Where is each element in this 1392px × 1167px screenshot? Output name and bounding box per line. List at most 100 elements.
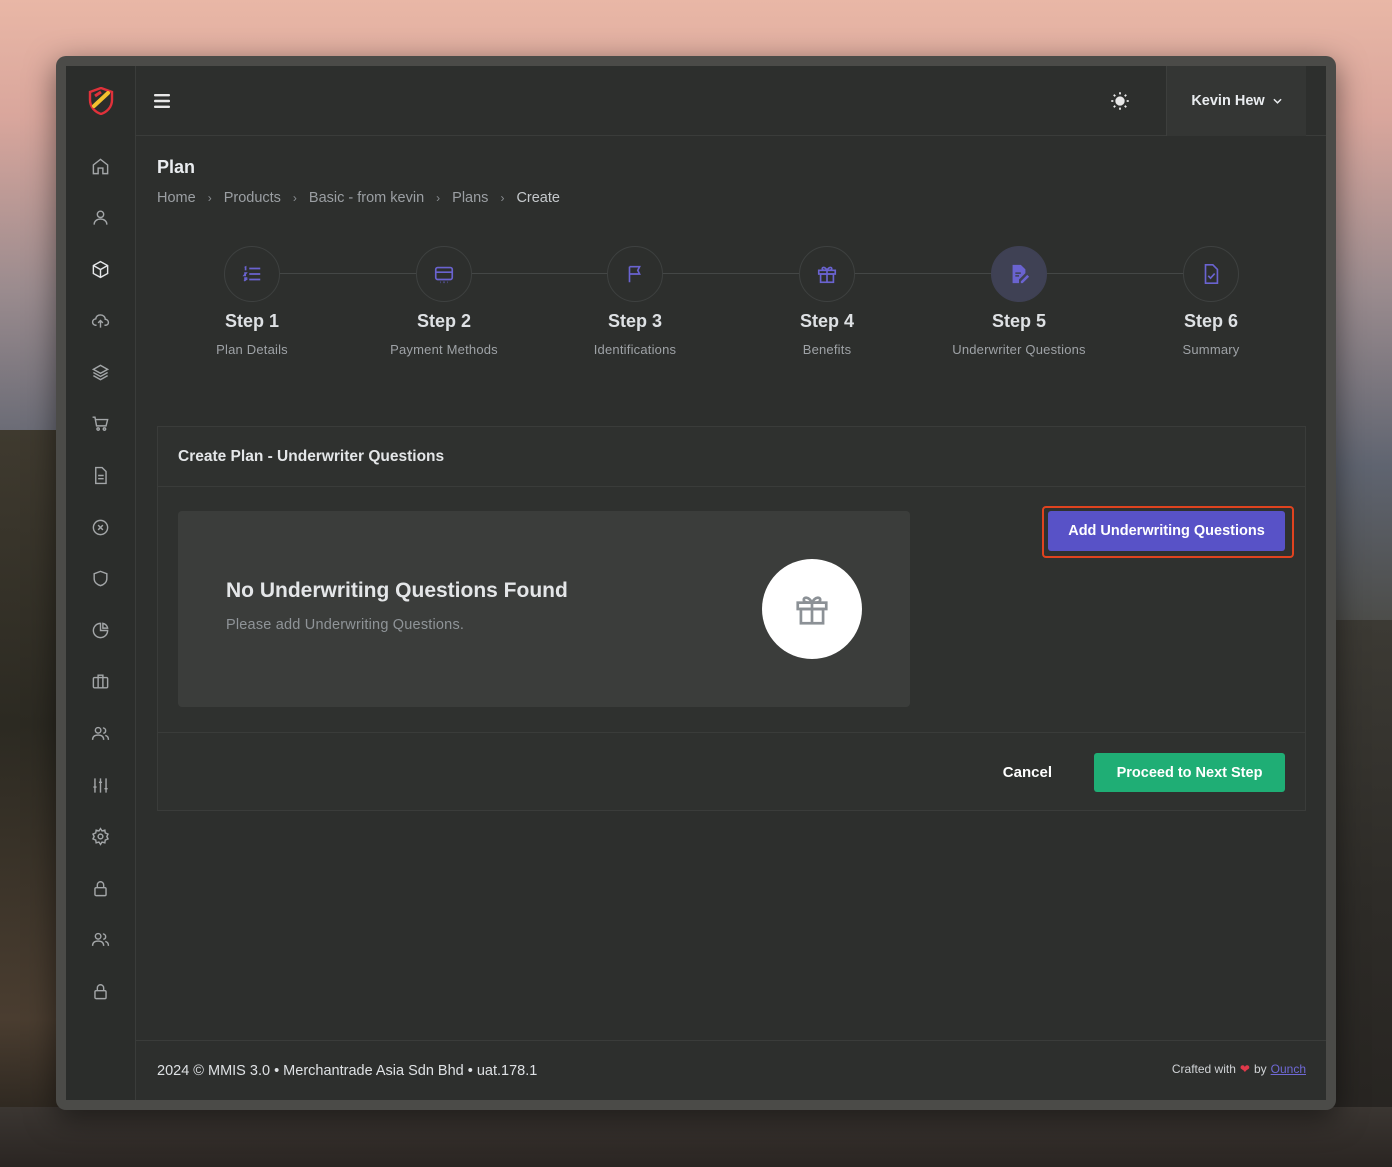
document-check-icon xyxy=(1204,264,1219,284)
add-underwriting-questions-button[interactable]: Add Underwriting Questions xyxy=(1048,511,1285,551)
sidebar-item-adjustments[interactable] xyxy=(81,765,121,805)
sidebar-item-upload[interactable] xyxy=(81,301,121,341)
step-3-label: Identifications xyxy=(593,342,677,357)
app-shell: Kevin Hew Plan Home › Products › Basic -… xyxy=(66,66,1326,1100)
footer-copyright: 2024 © MMIS 3.0 • Merchantrade Asia Sdn … xyxy=(157,1062,538,1079)
briefcase-icon xyxy=(92,674,109,689)
step-5-circle xyxy=(991,246,1047,302)
step-4-label: Benefits xyxy=(802,342,852,357)
footer-crafted-text: Crafted with xyxy=(1171,1061,1236,1076)
breadcrumb: Home › Products › Basic - from kevin › P… xyxy=(157,190,1306,206)
step-2[interactable]: Step 2 Payment Methods xyxy=(354,246,534,357)
sidebar-item-lock-2[interactable] xyxy=(81,972,121,1012)
sidebar-item-users[interactable] xyxy=(81,198,121,238)
credit-card-icon xyxy=(434,266,454,284)
sidebar-item-team[interactable] xyxy=(81,920,121,960)
sidebar-item-home[interactable] xyxy=(81,146,121,186)
sidebar-item-lock[interactable] xyxy=(81,868,121,908)
sidebar-item-documents[interactable] xyxy=(81,456,121,496)
underwriter-questions-card: Create Plan - Underwriter Questions No U… xyxy=(157,426,1306,811)
breadcrumb-products[interactable]: Products xyxy=(224,190,281,206)
sidebar-item-products[interactable] xyxy=(81,249,121,289)
user-menu[interactable]: Kevin Hew xyxy=(1166,66,1306,136)
cube-icon xyxy=(92,260,109,278)
empty-state-title: No Underwriting Questions Found xyxy=(226,579,568,602)
step-2-circle xyxy=(416,246,472,302)
card-body: No Underwriting Questions Found Please a… xyxy=(158,487,1305,732)
sidebar-item-reports[interactable] xyxy=(81,610,121,650)
proceed-next-step-button[interactable]: Proceed to Next Step xyxy=(1094,753,1285,792)
x-circle-icon xyxy=(92,519,109,535)
step-6-title: Step 6 xyxy=(1183,311,1239,331)
breadcrumb-separator-icon: › xyxy=(292,191,297,205)
empty-state-illustration xyxy=(762,559,862,659)
step-6[interactable]: Step 6 Summary xyxy=(1121,246,1301,357)
step-1-title: Step 1 xyxy=(224,311,280,331)
step-5[interactable]: Step 5 Underwriter Questions xyxy=(929,246,1109,357)
heart-icon: ❤ xyxy=(1239,1061,1250,1076)
sidebar-item-customers[interactable] xyxy=(81,714,121,754)
step-4-circle xyxy=(799,246,855,302)
document-icon xyxy=(95,466,107,485)
page-content: Plan Home › Products › Basic - from kevi… xyxy=(136,136,1326,1100)
topbar-right: Kevin Hew xyxy=(1108,66,1326,136)
app-window: Kevin Hew Plan Home › Products › Basic -… xyxy=(56,56,1336,1110)
user-name: Kevin Hew xyxy=(1191,92,1265,109)
step-5-label: Underwriter Questions xyxy=(952,342,1086,357)
sidebar-item-settings[interactable] xyxy=(81,817,121,857)
hamburger-icon xyxy=(154,93,170,108)
step-1[interactable]: Step 1 Plan Details xyxy=(162,246,342,357)
empty-state-subtitle: Please add Underwriting Questions. xyxy=(226,617,465,633)
breadcrumb-separator-icon: › xyxy=(436,191,441,205)
shield-icon xyxy=(93,570,108,587)
footer-author-link[interactable]: Ounch xyxy=(1271,1062,1306,1076)
breadcrumb-product[interactable]: Basic - from kevin xyxy=(309,190,424,206)
breadcrumb-home[interactable]: Home xyxy=(157,190,196,206)
theme-toggle[interactable] xyxy=(1108,89,1132,113)
sidebar xyxy=(66,66,136,1100)
step-3-circle xyxy=(607,246,663,302)
footer-credit: Crafted with ❤ by Ounch xyxy=(1172,1062,1306,1076)
cloud-upload-icon xyxy=(91,314,110,328)
background-right xyxy=(1332,620,1392,1167)
sidebar-item-layers[interactable] xyxy=(81,352,121,392)
flag-icon xyxy=(628,265,641,283)
lock-icon xyxy=(94,984,107,1000)
sidebar-item-security[interactable] xyxy=(81,559,121,599)
menu-toggle[interactable] xyxy=(154,91,174,111)
breadcrumb-plans[interactable]: Plans xyxy=(452,190,488,206)
gift-icon xyxy=(796,596,828,625)
gift-icon xyxy=(817,266,837,284)
document-edit-icon xyxy=(1012,264,1030,284)
sun-icon xyxy=(1111,91,1129,110)
step-2-label: Payment Methods xyxy=(390,342,498,357)
sidebar-item-cancel[interactable] xyxy=(81,507,121,547)
step-3[interactable]: Step 3 Identifications xyxy=(545,246,725,357)
home-icon xyxy=(92,157,109,174)
gear-icon xyxy=(92,827,109,846)
sliders-icon xyxy=(93,778,108,793)
sidebar-nav xyxy=(81,146,121,1023)
users-icon xyxy=(91,726,110,740)
step-1-label: Plan Details xyxy=(216,342,288,357)
cart-icon xyxy=(92,416,109,432)
chevron-down-icon xyxy=(1273,98,1282,104)
background-left xyxy=(0,430,60,1167)
users-group-icon xyxy=(91,933,110,947)
step-4-title: Step 4 xyxy=(799,311,855,331)
layers-icon xyxy=(91,364,110,381)
card-title: Create Plan - Underwriter Questions xyxy=(158,427,1305,487)
step-5-title: Step 5 xyxy=(991,311,1047,331)
logo[interactable] xyxy=(66,66,136,136)
page-title: Plan xyxy=(157,157,196,177)
step-4[interactable]: Step 4 Benefits xyxy=(737,246,917,357)
shield-logo-icon xyxy=(88,87,113,115)
main-area: Kevin Hew Plan Home › Products › Basic -… xyxy=(136,66,1326,1100)
sidebar-item-briefcase[interactable] xyxy=(81,662,121,702)
step-1-circle xyxy=(224,246,280,302)
step-2-title: Step 2 xyxy=(416,311,472,331)
sidebar-item-cart[interactable] xyxy=(81,404,121,444)
cancel-button[interactable]: Cancel xyxy=(983,754,1072,791)
topbar: Kevin Hew xyxy=(136,66,1326,136)
breadcrumb-separator-icon: › xyxy=(207,191,212,205)
